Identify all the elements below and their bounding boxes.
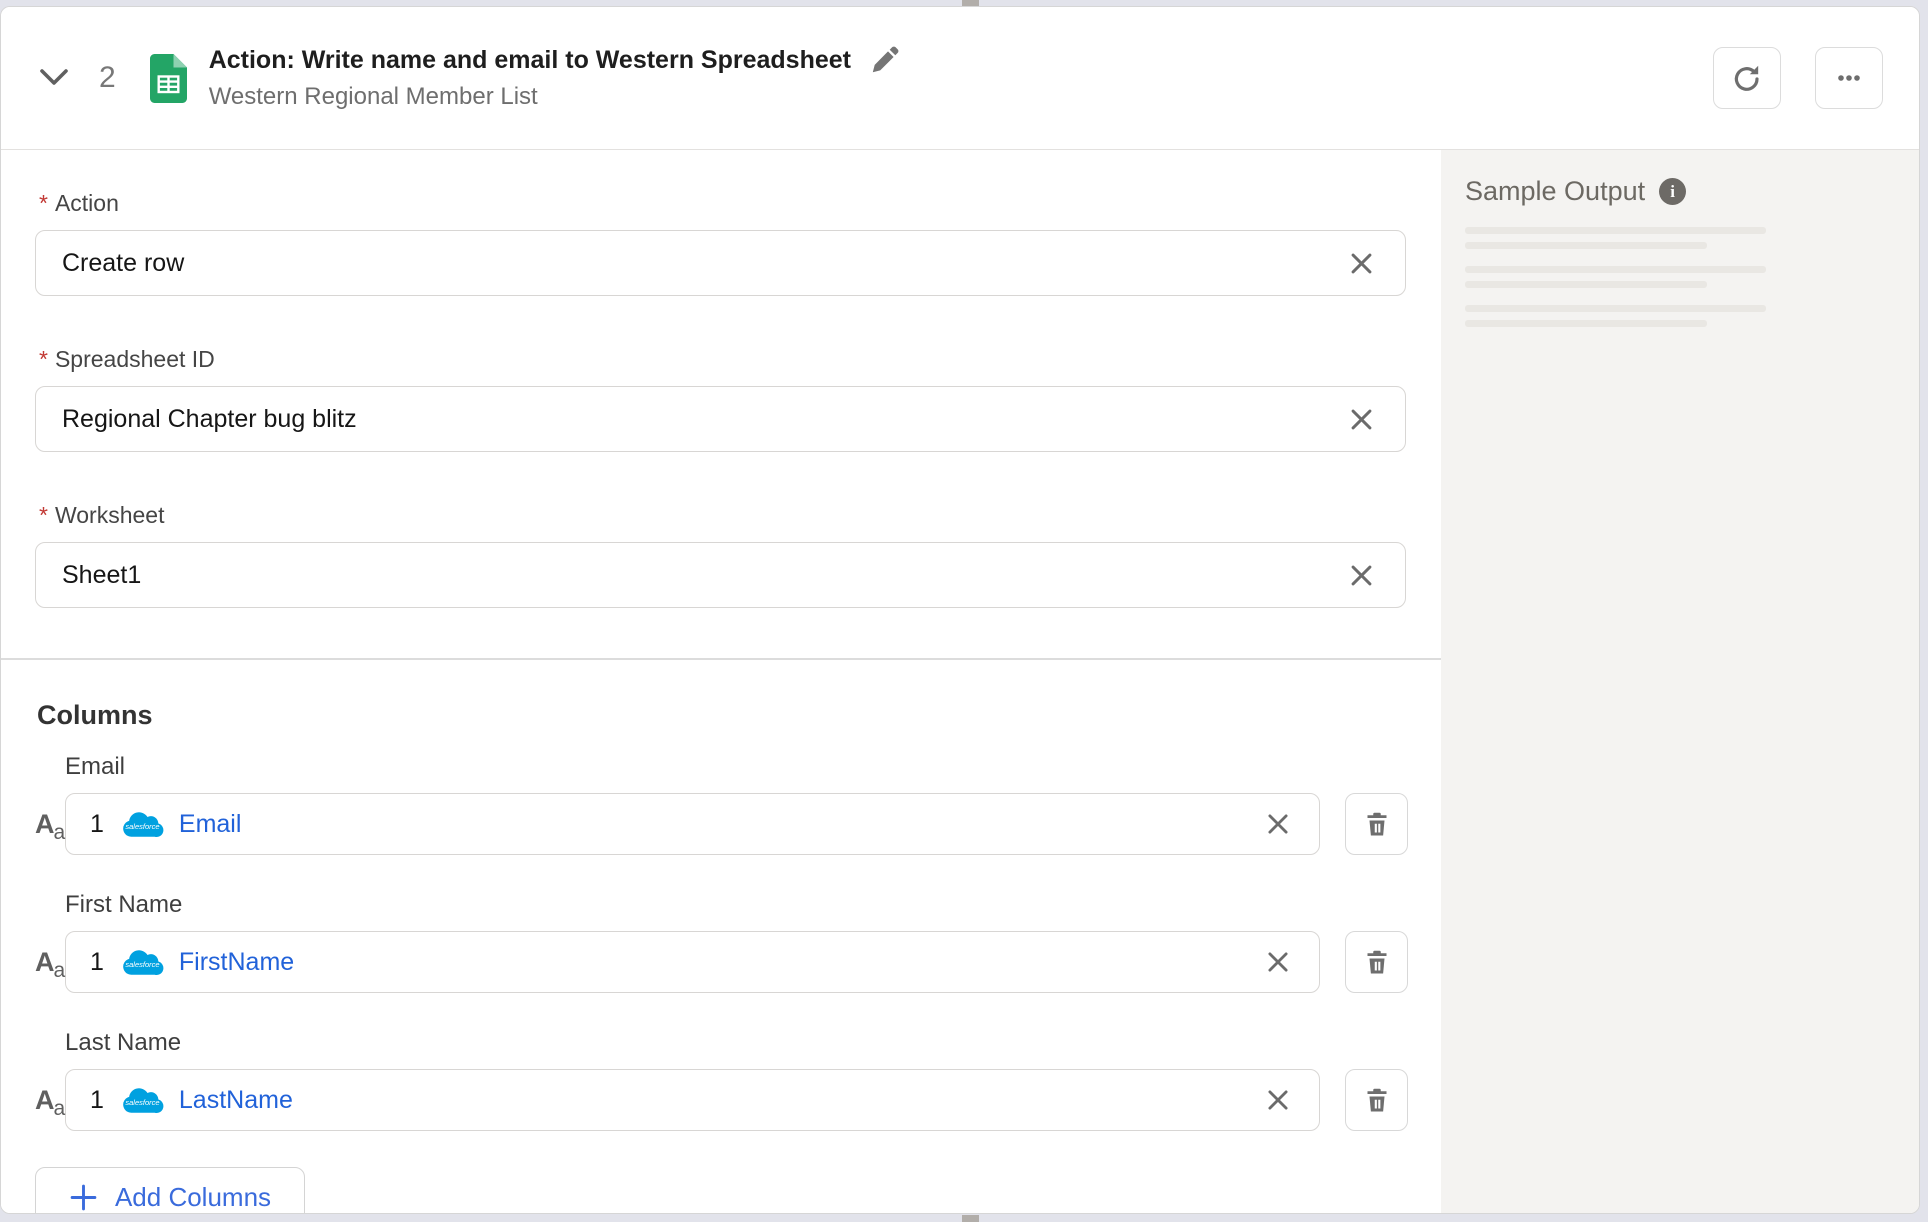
- skeleton-bar: [1465, 281, 1707, 288]
- trash-icon: [1362, 1085, 1392, 1115]
- header-actions: [1713, 47, 1883, 109]
- column-value-input[interactable]: 1 salesforce FirstName: [65, 931, 1320, 993]
- setup-form: *Action Create row *Spreadsheet ID: [1, 150, 1441, 1213]
- field-label: *Worksheet: [39, 502, 1441, 529]
- input-value: Sheet1: [62, 561, 141, 590]
- salesforce-icon: salesforce: [119, 945, 166, 980]
- skeleton-bar: [1465, 305, 1766, 312]
- action-step-card: 2 Action: Write name and email to Wester…: [0, 6, 1920, 1214]
- field-label: *Spreadsheet ID: [39, 346, 1441, 373]
- refresh-button[interactable]: [1713, 47, 1781, 109]
- add-columns-button[interactable]: Add Columns: [35, 1167, 305, 1214]
- step-header: 2 Action: Write name and email to Wester…: [1, 7, 1919, 150]
- field-label: *Action: [39, 190, 1441, 217]
- token-field-name: LastName: [179, 1086, 293, 1115]
- google-sheets-icon: [150, 54, 187, 103]
- step-title: Action: Write name and email to Western …: [209, 45, 851, 76]
- add-columns-label: Add Columns: [115, 1182, 271, 1213]
- skeleton-bar: [1465, 242, 1707, 249]
- clear-icon[interactable]: [1261, 1083, 1295, 1117]
- token-field-name: Email: [179, 810, 242, 839]
- more-options-icon: [1832, 61, 1866, 95]
- collapse-chevron-icon[interactable]: [39, 68, 69, 88]
- more-options-button[interactable]: [1815, 47, 1883, 109]
- refresh-icon: [1730, 61, 1764, 95]
- columns-heading: Columns: [37, 700, 1441, 731]
- info-icon[interactable]: i: [1659, 178, 1686, 205]
- sample-output-loading-skeleton: [1465, 227, 1919, 327]
- worksheet-input[interactable]: Sheet1: [35, 542, 1406, 608]
- step-titles: Action: Write name and email to Western …: [209, 44, 901, 112]
- field-group-spreadsheet-id: *Spreadsheet ID Regional Chapter bug bli…: [35, 346, 1441, 452]
- skeleton-bar: [1465, 320, 1707, 327]
- input-value: Regional Chapter bug blitz: [62, 405, 357, 434]
- clear-icon[interactable]: [1344, 402, 1379, 437]
- field-group-worksheet: *Worksheet Sheet1: [35, 502, 1441, 608]
- column-value-input[interactable]: 1 salesforce LastName: [65, 1069, 1320, 1131]
- sample-output-heading: Sample Output: [1465, 176, 1645, 207]
- clear-icon[interactable]: [1344, 246, 1379, 281]
- zap-editor-page: 2 Action: Write name and email to Wester…: [0, 0, 1928, 1222]
- token-step-number: 1: [90, 948, 104, 977]
- step-connector-bottom: [962, 1215, 979, 1222]
- clear-icon[interactable]: [1261, 807, 1295, 841]
- column-label: Last Name: [65, 1029, 1441, 1057]
- text-type-icon: Aa: [35, 1085, 61, 1116]
- column-value-input[interactable]: 1 salesforce Email: [65, 793, 1320, 855]
- token-field-name: FirstName: [179, 948, 294, 977]
- token-step-number: 1: [90, 1086, 104, 1115]
- text-type-icon: Aa: [35, 809, 61, 840]
- column-label: Email: [65, 753, 1441, 781]
- field-group-action: *Action Create row: [35, 190, 1441, 296]
- column-group-first-name: First Name Aa 1 salesforce: [35, 891, 1441, 993]
- skeleton-bar: [1465, 227, 1766, 234]
- step-body: *Action Create row *Spreadsheet ID: [1, 150, 1919, 1213]
- columns-section: Columns Email Aa 1 salesforce: [35, 660, 1441, 1214]
- step-subtitle: Western Regional Member List: [209, 82, 901, 112]
- delete-column-button[interactable]: [1345, 793, 1408, 855]
- input-value: Create row: [62, 249, 184, 278]
- action-input[interactable]: Create row: [35, 230, 1406, 296]
- salesforce-icon: salesforce: [119, 807, 166, 842]
- token-step-number: 1: [90, 810, 104, 839]
- required-asterisk: *: [39, 346, 48, 372]
- edit-title-pencil-icon[interactable]: [867, 44, 901, 78]
- trash-icon: [1362, 809, 1392, 839]
- column-group-last-name: Last Name Aa 1 salesforce: [35, 1029, 1441, 1131]
- column-label: First Name: [65, 891, 1441, 919]
- required-asterisk: *: [39, 502, 48, 528]
- salesforce-icon: salesforce: [119, 1083, 166, 1118]
- clear-icon[interactable]: [1344, 558, 1379, 593]
- plus-icon: [69, 1183, 98, 1212]
- delete-column-button[interactable]: [1345, 1069, 1408, 1131]
- step-number: 2: [99, 61, 116, 95]
- clear-icon[interactable]: [1261, 945, 1295, 979]
- required-asterisk: *: [39, 190, 48, 216]
- column-group-email: Email Aa 1 salesforce: [35, 753, 1441, 855]
- trash-icon: [1362, 947, 1392, 977]
- svg-text:salesforce: salesforce: [125, 1098, 159, 1107]
- svg-text:salesforce: salesforce: [125, 822, 159, 831]
- svg-text:salesforce: salesforce: [125, 960, 159, 969]
- skeleton-bar: [1465, 266, 1766, 273]
- sample-output-panel: Sample Output i: [1441, 150, 1919, 1213]
- spreadsheet-id-input[interactable]: Regional Chapter bug blitz: [35, 386, 1406, 452]
- text-type-icon: Aa: [35, 947, 61, 978]
- delete-column-button[interactable]: [1345, 931, 1408, 993]
